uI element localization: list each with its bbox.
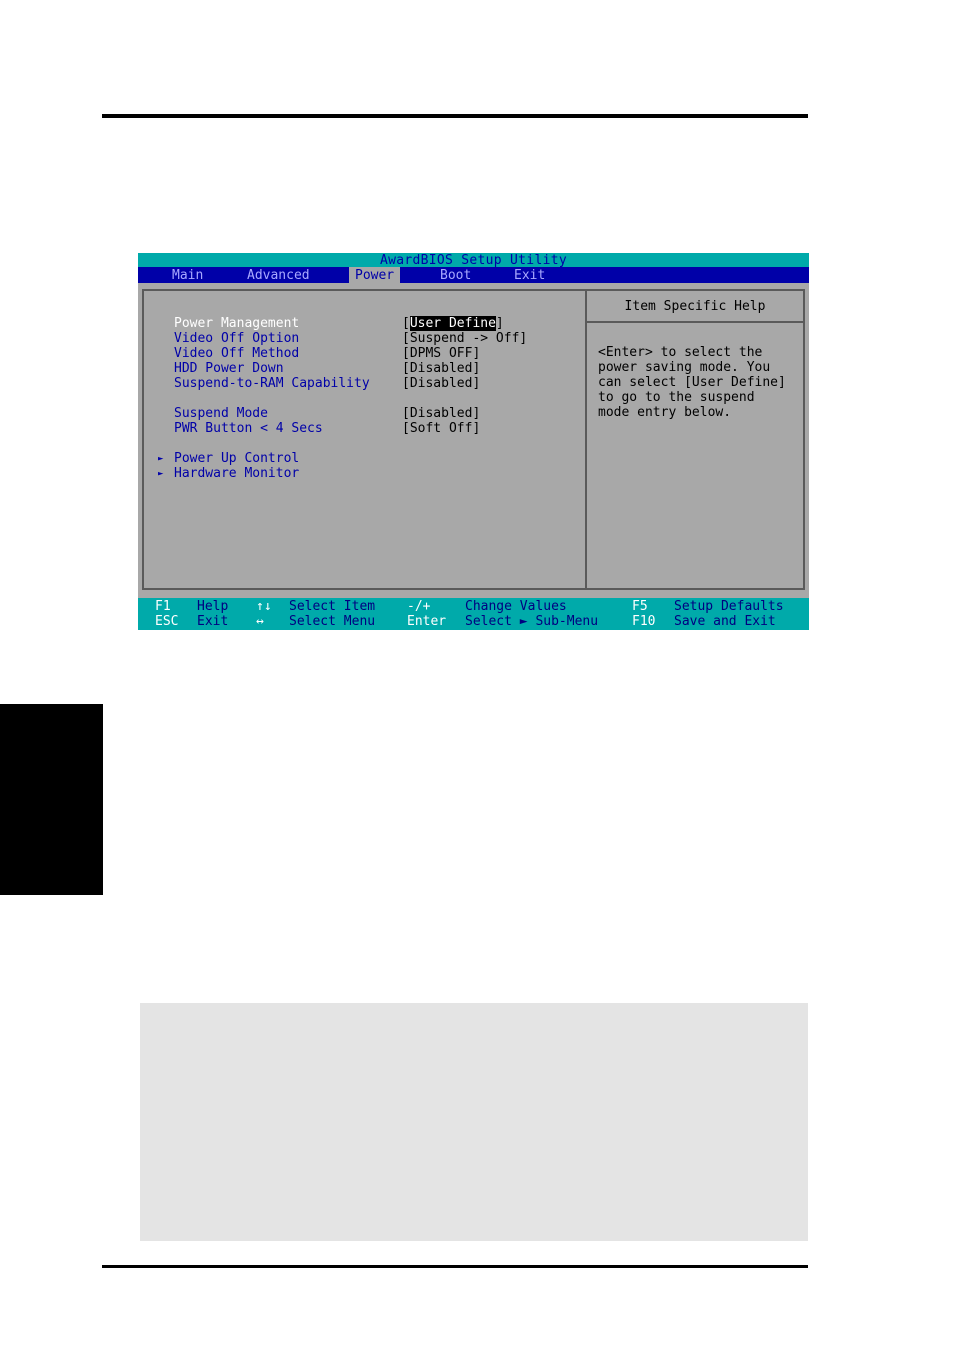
- bracket-close: ]: [495, 316, 504, 331]
- submenu-arrow-icon: ►: [158, 469, 164, 479]
- key-minus-plus: -/+: [407, 599, 431, 614]
- submenu-label: Power Up Control: [174, 451, 300, 466]
- bios-screen: AwardBIOS Setup Utility Main Advanced Po…: [138, 253, 809, 630]
- key-updown-desc: Select Item: [289, 599, 376, 614]
- bios-title-bar: AwardBIOS Setup Utility: [138, 253, 809, 268]
- item-suspend-to-ram[interactable]: Suspend-to-RAM Capability: [174, 376, 370, 391]
- key-updown-arrows-icon: ↑↓: [256, 599, 272, 614]
- key-f10-desc: Save and Exit: [674, 614, 776, 629]
- key-f1-desc: Help: [197, 599, 229, 614]
- key-f10: F10: [632, 614, 656, 629]
- tab-boot[interactable]: Boot: [434, 267, 477, 283]
- bottom-rule: [102, 1265, 808, 1268]
- submenu-hardware-monitor[interactable]: ► Hardware Monitor: [158, 466, 299, 482]
- key-enter-desc: Select ► Sub-Menu: [465, 614, 599, 629]
- key-esc-desc: Exit: [197, 614, 229, 629]
- chapter-side-tab: [0, 704, 103, 895]
- tab-advanced[interactable]: Advanced: [241, 267, 316, 283]
- tab-main[interactable]: Main: [166, 267, 209, 283]
- item-suspend-mode[interactable]: Suspend Mode: [174, 406, 268, 421]
- value-power-management[interactable]: [User Define]: [402, 316, 504, 331]
- key-enter: Enter: [407, 614, 447, 629]
- key-leftright-desc: Select Menu: [289, 614, 376, 629]
- bios-key-legend: F1 Help ↑↓ Select Item -/+ Change Values…: [138, 598, 809, 630]
- key-f1: F1: [155, 599, 171, 614]
- item-pwr-button[interactable]: PWR Button < 4 Secs: [174, 421, 323, 436]
- item-video-off-option[interactable]: Video Off Option: [174, 331, 299, 346]
- selected-value-highlight: User Define: [409, 316, 496, 331]
- bios-menu-bar: Main Advanced Power Boot Exit: [138, 267, 809, 283]
- item-power-management[interactable]: Power Management: [174, 316, 299, 331]
- key-esc: ESC: [155, 614, 179, 629]
- submenu-power-up-control[interactable]: ► Power Up Control: [158, 451, 299, 467]
- settings-panel: Power Management [User Define] Video Off…: [142, 289, 586, 590]
- help-title: Item Specific Help: [587, 291, 803, 323]
- help-text: <Enter> to select the power saving mode.…: [598, 345, 786, 420]
- value-suspend-to-ram[interactable]: [Disabled]: [402, 376, 480, 391]
- help-panel: Item Specific Help <Enter> to select the…: [585, 289, 805, 590]
- key-f5: F5: [632, 599, 648, 614]
- value-pwr-button[interactable]: [Soft Off]: [402, 421, 480, 436]
- submenu-label: Hardware Monitor: [174, 466, 300, 481]
- value-video-off-method[interactable]: [DPMS OFF]: [402, 346, 480, 361]
- tab-exit[interactable]: Exit: [508, 267, 551, 283]
- key-leftright-arrows-icon: ↔: [256, 614, 264, 629]
- item-video-off-method[interactable]: Video Off Method: [174, 346, 299, 361]
- bracket-open: [: [402, 316, 410, 331]
- value-suspend-mode[interactable]: [Disabled]: [402, 406, 480, 421]
- tab-power[interactable]: Power: [349, 267, 401, 283]
- note-box: [140, 1003, 808, 1241]
- key-minus-plus-desc: Change Values: [465, 599, 567, 614]
- value-hdd-power-down[interactable]: [Disabled]: [402, 361, 480, 376]
- top-rule: [102, 114, 808, 118]
- value-video-off-option[interactable]: [Suspend -> Off]: [402, 331, 527, 346]
- key-f5-desc: Setup Defaults: [674, 599, 784, 614]
- item-hdd-power-down[interactable]: HDD Power Down: [174, 361, 284, 376]
- submenu-arrow-icon: ►: [158, 454, 164, 464]
